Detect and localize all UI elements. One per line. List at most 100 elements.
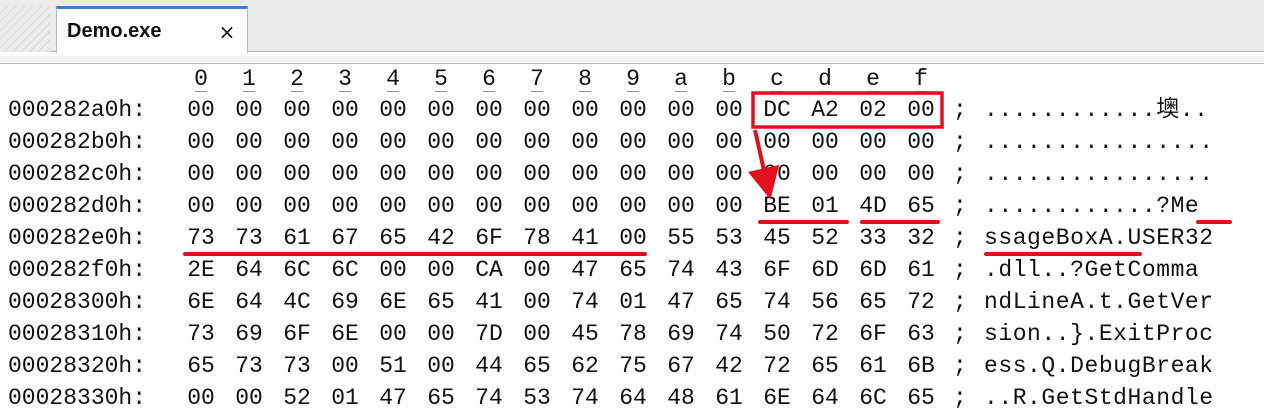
hex-byte-cell[interactable]: 6E [331,321,359,347]
hex-byte-cell[interactable]: 45 [763,225,791,251]
hex-byte-cell[interactable]: 00 [187,161,215,187]
hex-byte-cell[interactable]: 00 [427,321,455,347]
ascii-text[interactable]: sion..}.ExitProc [984,321,1214,347]
hex-byte-cell[interactable]: 65 [523,353,551,379]
hex-byte-cell[interactable]: 6F [763,257,791,283]
hex-byte-cell[interactable]: 73 [187,321,215,347]
hex-byte-cell[interactable]: 64 [619,385,647,411]
hex-byte-cell[interactable]: 00 [667,97,695,123]
ascii-text[interactable]: ................ [984,161,1214,187]
hex-byte-cell[interactable]: 74 [763,289,791,315]
hex-byte-cell[interactable]: 63 [907,321,935,347]
hex-byte-cell[interactable]: 53 [523,385,551,411]
hex-byte-cell[interactable]: 00 [475,193,503,219]
hex-byte-cell[interactable]: 65 [907,385,935,411]
hex-byte-cell[interactable]: 00 [475,129,503,155]
hex-byte-cell[interactable]: 00 [523,193,551,219]
hex-byte-cell[interactable]: 00 [907,97,935,123]
hex-byte-cell[interactable]: 73 [235,225,263,251]
hex-byte-cell[interactable]: 69 [235,321,263,347]
hex-byte-cell[interactable]: 00 [715,193,743,219]
hex-byte-cell[interactable]: 00 [523,289,551,315]
hex-byte-cell[interactable]: 00 [235,161,263,187]
hex-byte-cell[interactable]: 61 [907,257,935,283]
hex-byte-cell[interactable]: 72 [907,289,935,315]
hex-byte-cell[interactable]: 02 [859,97,887,123]
hex-byte-cell[interactable]: 00 [379,193,407,219]
hex-byte-cell[interactable]: 52 [283,385,311,411]
hex-byte-cell[interactable]: 00 [523,129,551,155]
hex-byte-cell[interactable]: 00 [235,129,263,155]
hex-byte-cell[interactable]: 42 [715,353,743,379]
hex-byte-cell[interactable]: 01 [619,289,647,315]
hex-byte-cell[interactable]: 78 [523,225,551,251]
hex-byte-cell[interactable]: A2 [811,97,839,123]
hex-byte-cell[interactable]: 00 [619,129,647,155]
ascii-text[interactable]: ess.Q.DebugBreak [984,353,1214,379]
ascii-text[interactable]: .dll..?GetComma [984,257,1199,283]
hex-byte-cell[interactable]: 67 [331,225,359,251]
hex-byte-cell[interactable]: 00 [715,129,743,155]
hex-byte-cell[interactable]: 00 [331,97,359,123]
hex-byte-cell[interactable]: 00 [187,97,215,123]
hex-byte-cell[interactable]: 45 [571,321,599,347]
hex-byte-cell[interactable]: 32 [907,225,935,251]
hex-byte-cell[interactable]: 47 [667,289,695,315]
hex-byte-cell[interactable]: 00 [427,193,455,219]
hex-byte-cell[interactable]: 00 [379,129,407,155]
hex-byte-cell[interactable]: 00 [811,129,839,155]
hex-byte-cell[interactable]: 00 [235,97,263,123]
hex-byte-cell[interactable]: 61 [283,225,311,251]
hex-byte-cell[interactable]: 65 [907,193,935,219]
ascii-text[interactable]: ............?Me [984,193,1199,219]
hex-byte-cell[interactable]: 00 [667,193,695,219]
hex-byte-cell[interactable]: DC [763,97,791,123]
hex-byte-cell[interactable]: 00 [427,161,455,187]
hex-byte-cell[interactable]: 00 [427,129,455,155]
hex-byte-cell[interactable]: 01 [811,193,839,219]
hex-byte-cell[interactable]: 73 [283,353,311,379]
hex-byte-cell[interactable]: 6F [283,321,311,347]
hex-byte-cell[interactable]: 4D [859,193,887,219]
hex-byte-cell[interactable]: BE [763,193,791,219]
hex-byte-cell[interactable]: 65 [859,289,887,315]
hex-byte-cell[interactable]: 6F [475,225,503,251]
hex-byte-cell[interactable]: 00 [859,129,887,155]
hex-byte-cell[interactable]: 69 [667,321,695,347]
ascii-text[interactable]: ..R.GetStdHandle [984,385,1214,411]
ascii-text[interactable]: ............墺.. [984,97,1208,123]
hex-byte-cell[interactable]: 47 [571,257,599,283]
hex-byte-cell[interactable]: 74 [667,257,695,283]
hex-byte-cell[interactable]: 73 [187,225,215,251]
hex-byte-cell[interactable]: 6D [811,257,839,283]
hex-byte-cell[interactable]: 65 [715,289,743,315]
hex-byte-cell[interactable]: 00 [619,225,647,251]
hex-byte-cell[interactable]: 44 [475,353,503,379]
hex-byte-cell[interactable]: 00 [475,161,503,187]
hex-byte-cell[interactable]: 00 [187,385,215,411]
hex-byte-cell[interactable]: 78 [619,321,647,347]
hex-byte-cell[interactable]: 00 [379,161,407,187]
hex-byte-cell[interactable]: 64 [235,289,263,315]
hex-byte-cell[interactable]: 52 [811,225,839,251]
hex-byte-cell[interactable]: 4C [283,289,311,315]
hex-byte-cell[interactable]: 62 [571,353,599,379]
hex-byte-cell[interactable]: 00 [187,129,215,155]
hex-byte-cell[interactable]: 00 [331,193,359,219]
hex-byte-cell[interactable]: 61 [715,385,743,411]
hex-byte-cell[interactable]: 00 [331,161,359,187]
hex-byte-cell[interactable]: 00 [427,97,455,123]
hex-byte-cell[interactable]: 00 [763,161,791,187]
hex-byte-cell[interactable]: 00 [859,161,887,187]
hex-byte-cell[interactable]: 6E [187,289,215,315]
hex-byte-cell[interactable]: 64 [811,385,839,411]
hex-byte-cell[interactable]: 00 [187,193,215,219]
hex-byte-cell[interactable]: 74 [571,385,599,411]
hex-byte-cell[interactable]: 6B [907,353,935,379]
hex-byte-cell[interactable]: 33 [859,225,887,251]
hex-byte-cell[interactable]: 65 [379,225,407,251]
hex-byte-cell[interactable]: 64 [235,257,263,283]
hex-byte-cell[interactable]: 00 [379,97,407,123]
hex-byte-cell[interactable]: 50 [763,321,791,347]
hex-byte-cell[interactable]: 61 [859,353,887,379]
